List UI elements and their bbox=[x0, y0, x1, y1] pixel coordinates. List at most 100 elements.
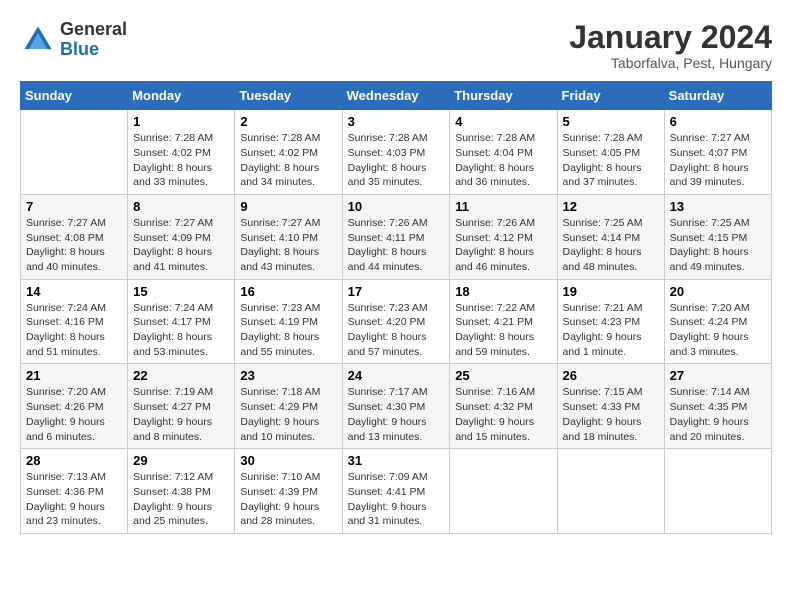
day-number: 6 bbox=[670, 114, 766, 129]
calendar-cell bbox=[21, 110, 128, 195]
calendar-cell bbox=[450, 449, 557, 534]
day-detail: Sunrise: 7:28 AMSunset: 4:02 PMDaylight:… bbox=[240, 131, 336, 190]
day-header-tuesday: Tuesday bbox=[235, 82, 342, 110]
calendar-header-row: SundayMondayTuesdayWednesdayThursdayFrid… bbox=[21, 82, 772, 110]
calendar-cell: 24 Sunrise: 7:17 AMSunset: 4:30 PMDayligh… bbox=[342, 364, 450, 449]
calendar-cell: 1 Sunrise: 7:28 AMSunset: 4:02 PMDaylight… bbox=[128, 110, 235, 195]
day-detail: Sunrise: 7:19 AMSunset: 4:27 PMDaylight:… bbox=[133, 385, 229, 444]
calendar-cell: 12 Sunrise: 7:25 AMSunset: 4:14 PMDayligh… bbox=[557, 194, 664, 279]
calendar-cell: 27Sunrise: 7:14 AMSunset: 4:35 PMDayligh… bbox=[664, 364, 771, 449]
day-number: 29 bbox=[133, 453, 229, 468]
day-number: 20 bbox=[670, 284, 766, 299]
calendar-cell: 19 Sunrise: 7:21 AMSunset: 4:23 PMDayligh… bbox=[557, 279, 664, 364]
day-number: 19 bbox=[563, 284, 659, 299]
day-header-thursday: Thursday bbox=[450, 82, 557, 110]
calendar-cell: 21Sunrise: 7:20 AMSunset: 4:26 PMDayligh… bbox=[21, 364, 128, 449]
day-number: 24 bbox=[348, 368, 445, 383]
day-detail: Sunrise: 7:22 AMSunset: 4:21 PMDaylight:… bbox=[455, 301, 551, 360]
calendar-cell: 23 Sunrise: 7:18 AMSunset: 4:29 PMDayligh… bbox=[235, 364, 342, 449]
day-number: 10 bbox=[348, 199, 445, 214]
calendar-cell: 17Sunrise: 7:23 AMSunset: 4:20 PMDayligh… bbox=[342, 279, 450, 364]
day-detail: Sunrise: 7:10 AMSunset: 4:39 PMDaylight:… bbox=[240, 470, 336, 529]
day-number: 14 bbox=[26, 284, 122, 299]
day-number: 23 bbox=[240, 368, 336, 383]
day-detail: Sunrise: 7:17 AMSunset: 4:30 PMDaylight:… bbox=[348, 385, 445, 444]
day-detail: Sunrise: 7:24 AMSunset: 4:17 PMDaylight:… bbox=[133, 301, 229, 360]
day-detail: Sunrise: 7:18 AMSunset: 4:29 PMDaylight:… bbox=[240, 385, 336, 444]
calendar-title: January 2024 bbox=[569, 20, 772, 55]
day-detail: Sunrise: 7:27 AMSunset: 4:07 PMDaylight:… bbox=[670, 131, 766, 190]
calendar-cell: 26 Sunrise: 7:15 AMSunset: 4:33 PMDayligh… bbox=[557, 364, 664, 449]
day-detail: Sunrise: 7:12 AMSunset: 4:38 PMDaylight:… bbox=[133, 470, 229, 529]
day-detail: Sunrise: 7:25 AMSunset: 4:14 PMDaylight:… bbox=[563, 216, 659, 275]
calendar-cell: 10 Sunrise: 7:26 AMSunset: 4:11 PMDayligh… bbox=[342, 194, 450, 279]
calendar-table: SundayMondayTuesdayWednesdayThursdayFrid… bbox=[20, 81, 772, 534]
day-detail: Sunrise: 7:27 AMSunset: 4:08 PMDaylight:… bbox=[26, 216, 122, 275]
day-number: 15 bbox=[133, 284, 229, 299]
calendar-week-row: 7Sunrise: 7:27 AMSunset: 4:08 PMDaylight… bbox=[21, 194, 772, 279]
day-detail: Sunrise: 7:09 AMSunset: 4:41 PMDaylight:… bbox=[348, 470, 445, 529]
day-number: 31 bbox=[348, 453, 445, 468]
calendar-cell: 7Sunrise: 7:27 AMSunset: 4:08 PMDaylight… bbox=[21, 194, 128, 279]
day-detail: Sunrise: 7:15 AMSunset: 4:33 PMDaylight:… bbox=[563, 385, 659, 444]
day-number: 12 bbox=[563, 199, 659, 214]
title-area: January 2024 Taborfalva, Pest, Hungary bbox=[569, 20, 772, 71]
day-number: 16 bbox=[240, 284, 336, 299]
day-number: 8 bbox=[133, 199, 229, 214]
day-detail: Sunrise: 7:28 AMSunset: 4:02 PMDaylight:… bbox=[133, 131, 229, 190]
logo: General Blue bbox=[20, 20, 127, 60]
calendar-cell: 3Sunrise: 7:28 AMSunset: 4:03 PMDaylight… bbox=[342, 110, 450, 195]
day-number: 13 bbox=[670, 199, 766, 214]
calendar-cell: 28 Sunrise: 7:13 AMSunset: 4:36 PMDayligh… bbox=[21, 449, 128, 534]
calendar-cell: 5 Sunrise: 7:28 AMSunset: 4:05 PMDaylight… bbox=[557, 110, 664, 195]
day-number: 26 bbox=[563, 368, 659, 383]
day-detail: Sunrise: 7:26 AMSunset: 4:11 PMDaylight:… bbox=[348, 216, 445, 275]
day-detail: Sunrise: 7:20 AMSunset: 4:24 PMDaylight:… bbox=[670, 301, 766, 360]
day-detail: Sunrise: 7:13 AMSunset: 4:36 PMDaylight:… bbox=[26, 470, 122, 529]
logo-icon bbox=[20, 22, 56, 58]
day-detail: Sunrise: 7:24 AMSunset: 4:16 PMDaylight:… bbox=[26, 301, 122, 360]
day-number: 22 bbox=[133, 368, 229, 383]
day-header-monday: Monday bbox=[128, 82, 235, 110]
calendar-week-row: 28 Sunrise: 7:13 AMSunset: 4:36 PMDayligh… bbox=[21, 449, 772, 534]
day-detail: Sunrise: 7:14 AMSunset: 4:35 PMDaylight:… bbox=[670, 385, 766, 444]
day-number: 28 bbox=[26, 453, 122, 468]
day-detail: Sunrise: 7:27 AMSunset: 4:09 PMDaylight:… bbox=[133, 216, 229, 275]
day-detail: Sunrise: 7:25 AMSunset: 4:15 PMDaylight:… bbox=[670, 216, 766, 275]
calendar-cell: 15 Sunrise: 7:24 AMSunset: 4:17 PMDayligh… bbox=[128, 279, 235, 364]
calendar-cell: 22 Sunrise: 7:19 AMSunset: 4:27 PMDayligh… bbox=[128, 364, 235, 449]
day-detail: Sunrise: 7:23 AMSunset: 4:20 PMDaylight:… bbox=[348, 301, 445, 360]
day-number: 21 bbox=[26, 368, 122, 383]
day-number: 4 bbox=[455, 114, 551, 129]
day-header-wednesday: Wednesday bbox=[342, 82, 450, 110]
day-detail: Sunrise: 7:28 AMSunset: 4:03 PMDaylight:… bbox=[348, 131, 445, 190]
day-header-saturday: Saturday bbox=[664, 82, 771, 110]
page-header: General Blue January 2024 Taborfalva, Pe… bbox=[20, 20, 772, 71]
calendar-cell: 31 Sunrise: 7:09 AMSunset: 4:41 PMDayligh… bbox=[342, 449, 450, 534]
calendar-body: 1 Sunrise: 7:28 AMSunset: 4:02 PMDaylight… bbox=[21, 110, 772, 534]
calendar-cell bbox=[557, 449, 664, 534]
calendar-cell: 9 Sunrise: 7:27 AMSunset: 4:10 PMDaylight… bbox=[235, 194, 342, 279]
calendar-cell: 4 Sunrise: 7:28 AMSunset: 4:04 PMDaylight… bbox=[450, 110, 557, 195]
day-header-sunday: Sunday bbox=[21, 82, 128, 110]
calendar-cell: 20 Sunrise: 7:20 AMSunset: 4:24 PMDayligh… bbox=[664, 279, 771, 364]
calendar-cell: 13 Sunrise: 7:25 AMSunset: 4:15 PMDayligh… bbox=[664, 194, 771, 279]
calendar-cell: 8 Sunrise: 7:27 AMSunset: 4:09 PMDaylight… bbox=[128, 194, 235, 279]
day-number: 5 bbox=[563, 114, 659, 129]
calendar-subtitle: Taborfalva, Pest, Hungary bbox=[569, 55, 772, 71]
day-detail: Sunrise: 7:28 AMSunset: 4:04 PMDaylight:… bbox=[455, 131, 551, 190]
day-number: 9 bbox=[240, 199, 336, 214]
day-number: 30 bbox=[240, 453, 336, 468]
day-number: 25 bbox=[455, 368, 551, 383]
day-number: 2 bbox=[240, 114, 336, 129]
calendar-cell: 29 Sunrise: 7:12 AMSunset: 4:38 PMDayligh… bbox=[128, 449, 235, 534]
day-detail: Sunrise: 7:27 AMSunset: 4:10 PMDaylight:… bbox=[240, 216, 336, 275]
calendar-cell: 18Sunrise: 7:22 AMSunset: 4:21 PMDayligh… bbox=[450, 279, 557, 364]
day-number: 1 bbox=[133, 114, 229, 129]
day-detail: Sunrise: 7:28 AMSunset: 4:05 PMDaylight:… bbox=[563, 131, 659, 190]
calendar-cell: 2 Sunrise: 7:28 AMSunset: 4:02 PMDaylight… bbox=[235, 110, 342, 195]
calendar-cell: 6 Sunrise: 7:27 AMSunset: 4:07 PMDaylight… bbox=[664, 110, 771, 195]
day-header-friday: Friday bbox=[557, 82, 664, 110]
calendar-cell: 11Sunrise: 7:26 AMSunset: 4:12 PMDayligh… bbox=[450, 194, 557, 279]
day-detail: Sunrise: 7:21 AMSunset: 4:23 PMDaylight:… bbox=[563, 301, 659, 360]
